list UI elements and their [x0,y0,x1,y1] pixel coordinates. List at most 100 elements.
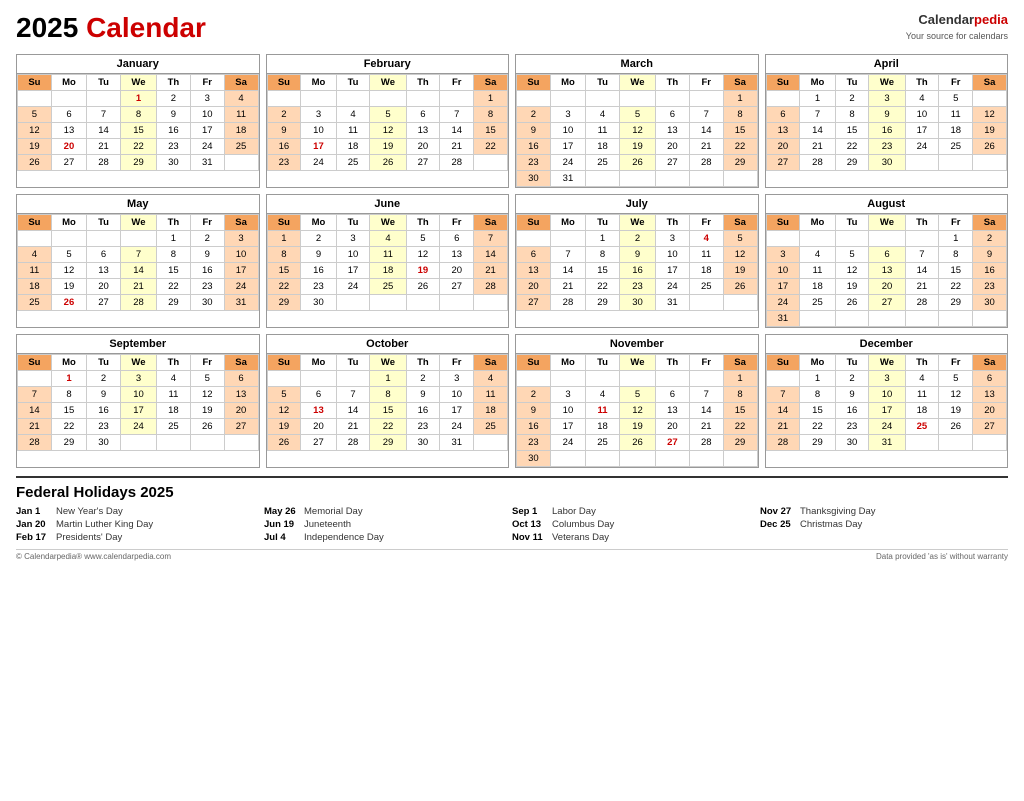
cal-day: 29 [267,295,301,311]
cal-day [869,311,905,327]
cal-day: 14 [800,123,835,139]
cal-day: 6 [440,231,474,247]
cal-day: 31 [190,155,224,171]
cal-day: 26 [619,155,655,171]
holidays-section: Federal Holidays 2025 Jan 1New Year's Da… [16,476,1008,545]
cal-day: 27 [51,155,86,171]
cal-table-june: SuMoTuWeThFrSa12345678910111213141516171… [267,214,509,311]
cal-day [723,171,757,187]
cal-day: 22 [835,139,869,155]
cal-day: 30 [406,435,440,451]
cal-day: 7 [474,231,508,247]
holiday-row: Sep 1Labor Day [512,506,760,517]
cal-day: 25 [689,279,723,295]
cal-day: 4 [586,387,620,403]
month-october: OctoberSuMoTuWeThFrSa1234567891011121314… [266,334,510,468]
cal-day: 16 [406,403,440,419]
cal-day [766,91,800,107]
cal-day: 8 [939,247,973,263]
cal-day: 21 [766,419,800,435]
cal-day: 2 [87,371,121,387]
cal-day: 27 [766,155,800,171]
col-header-we: We [869,75,905,91]
col-header-su: Su [517,75,551,91]
col-header-mo: Mo [301,355,336,371]
holiday-row: Jun 19Juneteenth [264,519,512,530]
cal-day: 7 [18,387,52,403]
holiday-name: Martin Luther King Day [56,519,153,530]
cal-day: 18 [586,139,620,155]
cal-day [689,371,723,387]
cal-day [656,371,690,387]
col-header-su: Su [766,355,800,371]
cal-day: 3 [550,107,585,123]
cal-day [973,311,1007,327]
cal-day [689,451,723,467]
cal-day: 11 [157,387,191,403]
col-header-tu: Tu [835,215,869,231]
cal-day: 27 [656,435,690,451]
cal-day: 30 [87,435,121,451]
month-june: JuneSuMoTuWeThFrSa1234567891011121314151… [266,194,510,328]
col-header-tu: Tu [835,75,869,91]
cal-table-april: SuMoTuWeThFrSa12345678910111213141516171… [766,74,1008,171]
col-header-we: We [619,355,655,371]
cal-day [224,155,258,171]
cal-day: 13 [51,123,86,139]
month-september: SeptemberSuMoTuWeThFrSa12345678910111213… [16,334,260,468]
cal-day [517,91,551,107]
cal-day: 24 [766,295,800,311]
cal-day: 2 [619,231,655,247]
cal-day: 7 [87,107,121,123]
col-header-th: Th [656,215,690,231]
holiday-row: Nov 11Veterans Day [512,532,760,543]
col-header-mo: Mo [550,215,585,231]
cal-day [87,91,121,107]
col-header-th: Th [406,215,440,231]
holiday-row: Nov 27Thanksgiving Day [760,506,1008,517]
cal-day: 21 [689,419,723,435]
cal-day: 12 [406,247,440,263]
cal-day: 28 [18,435,52,451]
cal-day: 16 [619,263,655,279]
cal-day: 28 [87,155,121,171]
cal-day: 10 [905,107,939,123]
col-header-mo: Mo [51,355,86,371]
col-header-tu: Tu [586,215,620,231]
cal-day: 30 [869,155,905,171]
cal-day: 9 [267,123,301,139]
cal-day: 5 [267,387,301,403]
page-header: 2025 Calendar Calendarpedia Your source … [16,12,1008,44]
cal-day: 13 [656,123,690,139]
cal-day [656,91,690,107]
cal-day: 6 [517,247,551,263]
col-header-we: We [869,355,905,371]
cal-day: 23 [406,419,440,435]
cal-day: 4 [157,371,191,387]
cal-day: 14 [18,403,52,419]
cal-day: 6 [51,107,86,123]
holiday-date: Feb 17 [16,532,52,543]
cal-day [301,91,336,107]
cal-day: 7 [550,247,585,263]
cal-day: 10 [550,123,585,139]
cal-day [586,451,620,467]
page-title: 2025 Calendar [16,12,206,44]
cal-day: 23 [190,279,224,295]
cal-day: 1 [723,91,757,107]
cal-day: 20 [656,139,690,155]
cal-day: 8 [586,247,620,263]
col-header-sa: Sa [723,75,757,91]
cal-day: 24 [656,279,690,295]
holiday-row: Feb 17Presidents' Day [16,532,264,543]
cal-day: 18 [18,279,52,295]
cal-day: 22 [586,279,620,295]
cal-day [939,435,973,451]
col-header-th: Th [157,355,191,371]
cal-day: 6 [656,387,690,403]
holiday-row: May 26Memorial Day [264,506,512,517]
holiday-date: May 26 [264,506,300,517]
col-header-we: We [120,75,156,91]
cal-table-december: SuMoTuWeThFrSa12345678910111213141516171… [766,354,1008,451]
cal-day [157,435,191,451]
